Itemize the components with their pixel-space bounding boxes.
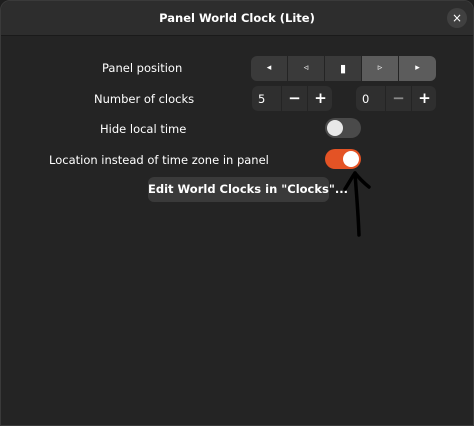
- title-bar: Panel World Clock (Lite) ×: [1, 1, 473, 36]
- clocks-decrement-button-second[interactable]: −: [385, 86, 411, 111]
- preferences-window: Panel World Clock (Lite) × Panel positio…: [0, 0, 474, 426]
- location-in-panel-label: Location instead of time zone in panel: [49, 153, 269, 167]
- hide-local-time-label: Hide local time: [100, 122, 187, 136]
- plus-icon: +: [314, 89, 327, 107]
- position-right-inner-button[interactable]: ▹: [362, 56, 398, 81]
- arrow-right-outline-icon: ▹: [377, 63, 383, 73]
- close-icon: ×: [451, 11, 463, 25]
- clocks-spinbutton-first[interactable]: 5 − +: [252, 86, 332, 111]
- center-bar-icon: ▮: [339, 62, 347, 75]
- number-of-clocks-label: Number of clocks: [94, 92, 195, 106]
- arrow-left-outline-icon: ◃: [303, 63, 309, 73]
- position-left-button[interactable]: ◂: [251, 56, 287, 81]
- clocks-increment-button-first[interactable]: +: [307, 86, 333, 111]
- minus-icon: −: [392, 89, 405, 107]
- switch-knob: [327, 120, 343, 136]
- minus-icon: −: [288, 89, 301, 107]
- clocks-value-second[interactable]: 0: [362, 92, 369, 106]
- position-left-inner-button[interactable]: ◃: [288, 56, 324, 81]
- clocks-increment-button-second[interactable]: +: [411, 86, 437, 111]
- clocks-spinbutton-second[interactable]: 0 − +: [356, 86, 436, 111]
- plus-icon: +: [418, 89, 431, 107]
- location-in-panel-switch[interactable]: [325, 149, 361, 169]
- panel-position-label: Panel position: [102, 61, 183, 75]
- clocks-decrement-button-first[interactable]: −: [281, 86, 307, 111]
- arrow-left-filled-icon: ◂: [266, 63, 272, 73]
- switch-knob: [343, 151, 359, 167]
- close-button[interactable]: ×: [447, 8, 467, 28]
- window-title: Panel World Clock (Lite): [159, 11, 315, 25]
- hand-drawn-arrow-icon: [343, 171, 371, 237]
- position-center-button[interactable]: ▮: [325, 56, 361, 81]
- arrow-right-filled-icon: ▸: [415, 63, 420, 73]
- clocks-value-first[interactable]: 5: [258, 92, 265, 106]
- position-right-button[interactable]: ▸: [399, 56, 436, 81]
- edit-world-clocks-button[interactable]: Edit World Clocks in "Clocks"...: [148, 177, 348, 202]
- hide-local-time-switch[interactable]: [325, 118, 361, 138]
